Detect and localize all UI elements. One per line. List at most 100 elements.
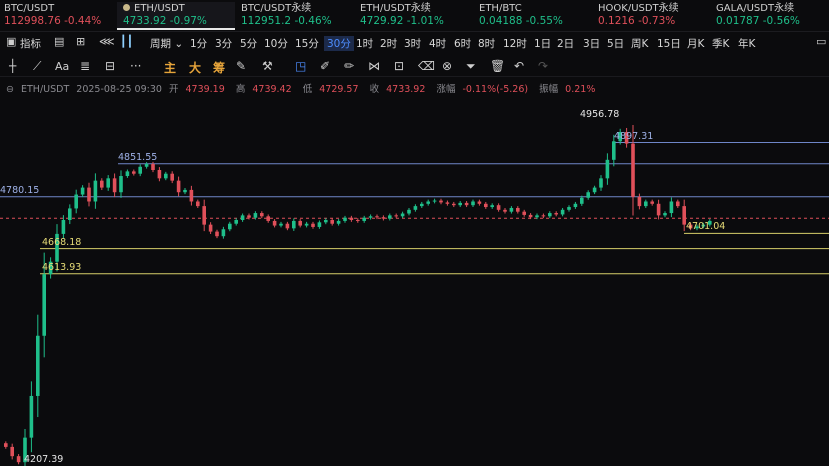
candle[interactable] xyxy=(573,203,578,208)
candle[interactable] xyxy=(93,180,98,202)
redo-icon[interactable]: ↷ xyxy=(538,59,548,73)
select-tool-icon[interactable]: ◳ xyxy=(295,59,306,73)
candle[interactable] xyxy=(343,217,347,221)
settings-brush-icon[interactable]: ⚒ xyxy=(262,59,273,73)
candle[interactable] xyxy=(605,159,610,179)
candle[interactable] xyxy=(528,214,533,218)
candle[interactable] xyxy=(612,141,616,160)
candle[interactable] xyxy=(189,189,194,202)
candle[interactable] xyxy=(29,395,34,438)
candle[interactable] xyxy=(471,201,475,206)
candle[interactable] xyxy=(68,208,72,221)
candle[interactable] xyxy=(663,213,667,216)
candle[interactable] xyxy=(496,205,501,210)
interval-15m[interactable]: 15分 xyxy=(295,36,319,51)
ticker-tab-eth-usdt[interactable]: ETH/USDT 4733.92 -0.97% xyxy=(117,2,235,30)
candle[interactable] xyxy=(170,173,174,181)
candle[interactable] xyxy=(516,207,520,212)
candle[interactable] xyxy=(349,217,354,221)
candle[interactable] xyxy=(445,202,450,204)
candle[interactable] xyxy=(388,215,392,219)
interval-3h[interactable]: 3时 xyxy=(404,36,421,51)
candle[interactable] xyxy=(260,213,264,217)
interval-2h[interactable]: 2时 xyxy=(380,36,397,51)
interval-3d[interactable]: 3日 xyxy=(583,36,600,51)
main-tool[interactable]: 主 xyxy=(164,59,176,76)
candle[interactable] xyxy=(368,216,373,218)
candle[interactable] xyxy=(157,170,162,179)
candle[interactable] xyxy=(560,209,565,215)
pattern-icon[interactable]: ⋈ xyxy=(368,59,380,73)
candle[interactable] xyxy=(317,222,322,227)
interval-15d[interactable]: 15日 xyxy=(657,36,681,51)
candle[interactable] xyxy=(266,216,270,221)
period-dropdown[interactable]: 周期 ⌄ xyxy=(150,36,183,51)
ticker-tab-eth-btc[interactable]: ETH/BTC 0.04188 -0.55% xyxy=(479,2,589,30)
candle[interactable] xyxy=(336,220,341,224)
interval-8h[interactable]: 8时 xyxy=(478,36,495,51)
candle[interactable] xyxy=(356,220,360,222)
candlestick-chart[interactable] xyxy=(0,93,829,466)
ruler-icon[interactable]: ⊟ xyxy=(105,59,115,73)
candle[interactable] xyxy=(16,456,21,463)
candle[interactable] xyxy=(580,197,584,204)
candle[interactable] xyxy=(42,274,46,336)
collapse-arrows-icon[interactable]: ⋘ xyxy=(99,35,115,48)
candle[interactable] xyxy=(554,213,558,215)
edit-icon[interactable]: ✎ xyxy=(236,59,246,73)
candle[interactable] xyxy=(484,203,488,208)
candle[interactable] xyxy=(311,223,315,227)
candle[interactable] xyxy=(426,201,430,204)
candle[interactable] xyxy=(125,171,130,177)
trendline-icon[interactable]: ⟋ xyxy=(33,59,41,74)
candle[interactable] xyxy=(567,207,571,210)
candle[interactable] xyxy=(221,229,226,237)
candle[interactable] xyxy=(119,176,123,193)
candle[interactable] xyxy=(490,205,494,208)
candle[interactable] xyxy=(420,203,424,207)
filter-icon[interactable]: ⏷ xyxy=(466,59,476,74)
ticker-tab-hook-usdt-perp[interactable]: HOOK/USDT永续 0.1216 -0.73% xyxy=(598,2,710,30)
indicator-icon[interactable]: ▣ xyxy=(6,35,16,48)
candle[interactable] xyxy=(298,220,302,226)
candle[interactable] xyxy=(631,143,635,197)
candle[interactable] xyxy=(100,180,104,188)
candle[interactable] xyxy=(228,223,232,230)
candle[interactable] xyxy=(599,178,603,188)
candle[interactable] xyxy=(272,220,277,226)
layout-grid-icon[interactable]: ⊞ xyxy=(76,35,85,48)
large-order-tool[interactable]: 大 xyxy=(189,59,201,76)
fib-icon[interactable]: ≣ xyxy=(80,59,90,73)
chips-tool[interactable]: 筹 xyxy=(213,59,225,76)
pen-icon[interactable]: ✐ xyxy=(320,59,330,73)
expand-icon[interactable]: ▭ xyxy=(816,35,826,48)
ticker-tab-btc-usdt-perp[interactable]: BTC/USDT永续 112951.2 -0.46% xyxy=(241,2,351,30)
interval-1h[interactable]: 1时 xyxy=(356,36,373,51)
interval-week[interactable]: 周K xyxy=(631,36,648,51)
candle[interactable] xyxy=(375,216,379,218)
candle[interactable] xyxy=(196,201,200,207)
interval-2d[interactable]: 2日 xyxy=(557,36,574,51)
candle[interactable] xyxy=(253,213,258,218)
interval-6h[interactable]: 6时 xyxy=(454,36,471,51)
interval-5d[interactable]: 5日 xyxy=(607,36,624,51)
candle[interactable] xyxy=(151,163,155,171)
interval-10m[interactable]: 10分 xyxy=(264,36,288,51)
interval-month[interactable]: 月K xyxy=(687,36,704,51)
crosshair-icon[interactable]: ┼ xyxy=(9,59,16,73)
candle[interactable] xyxy=(61,220,66,234)
candle[interactable] xyxy=(439,200,443,203)
candle[interactable] xyxy=(535,215,539,218)
more-tools-button[interactable]: ··· xyxy=(130,59,141,73)
candle[interactable] xyxy=(144,163,149,167)
ticker-tab-eth-usdt-perp[interactable]: ETH/USDT永续 4729.92 -1.01% xyxy=(360,2,470,30)
candle[interactable] xyxy=(285,223,290,229)
interval-12h[interactable]: 12时 xyxy=(503,36,527,51)
candle[interactable] xyxy=(324,220,328,223)
interval-quarter[interactable]: 季K xyxy=(712,36,729,51)
calendar-icon[interactable]: ▤ xyxy=(54,35,64,48)
candle[interactable] xyxy=(452,203,456,206)
candle[interactable] xyxy=(74,194,78,209)
interval-year[interactable]: 年K xyxy=(738,36,755,51)
candle[interactable] xyxy=(234,220,238,224)
